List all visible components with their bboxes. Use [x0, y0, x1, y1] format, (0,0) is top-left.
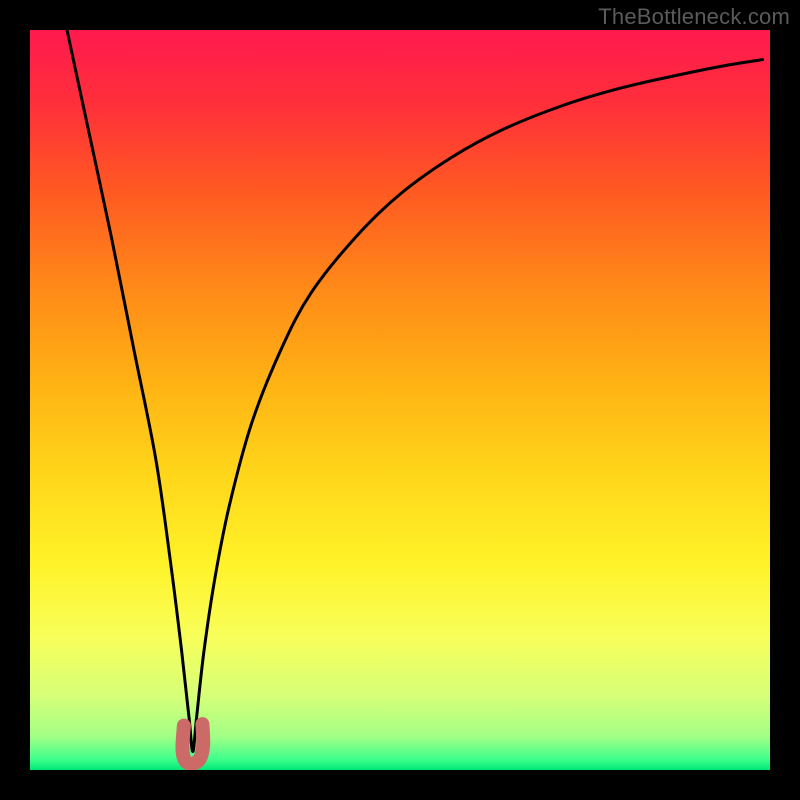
- watermark-text: TheBottleneck.com: [598, 4, 790, 30]
- plot-svg: [30, 30, 770, 770]
- plot-area: [30, 30, 770, 770]
- chart-frame: TheBottleneck.com: [0, 0, 800, 800]
- gradient-background: [30, 30, 770, 770]
